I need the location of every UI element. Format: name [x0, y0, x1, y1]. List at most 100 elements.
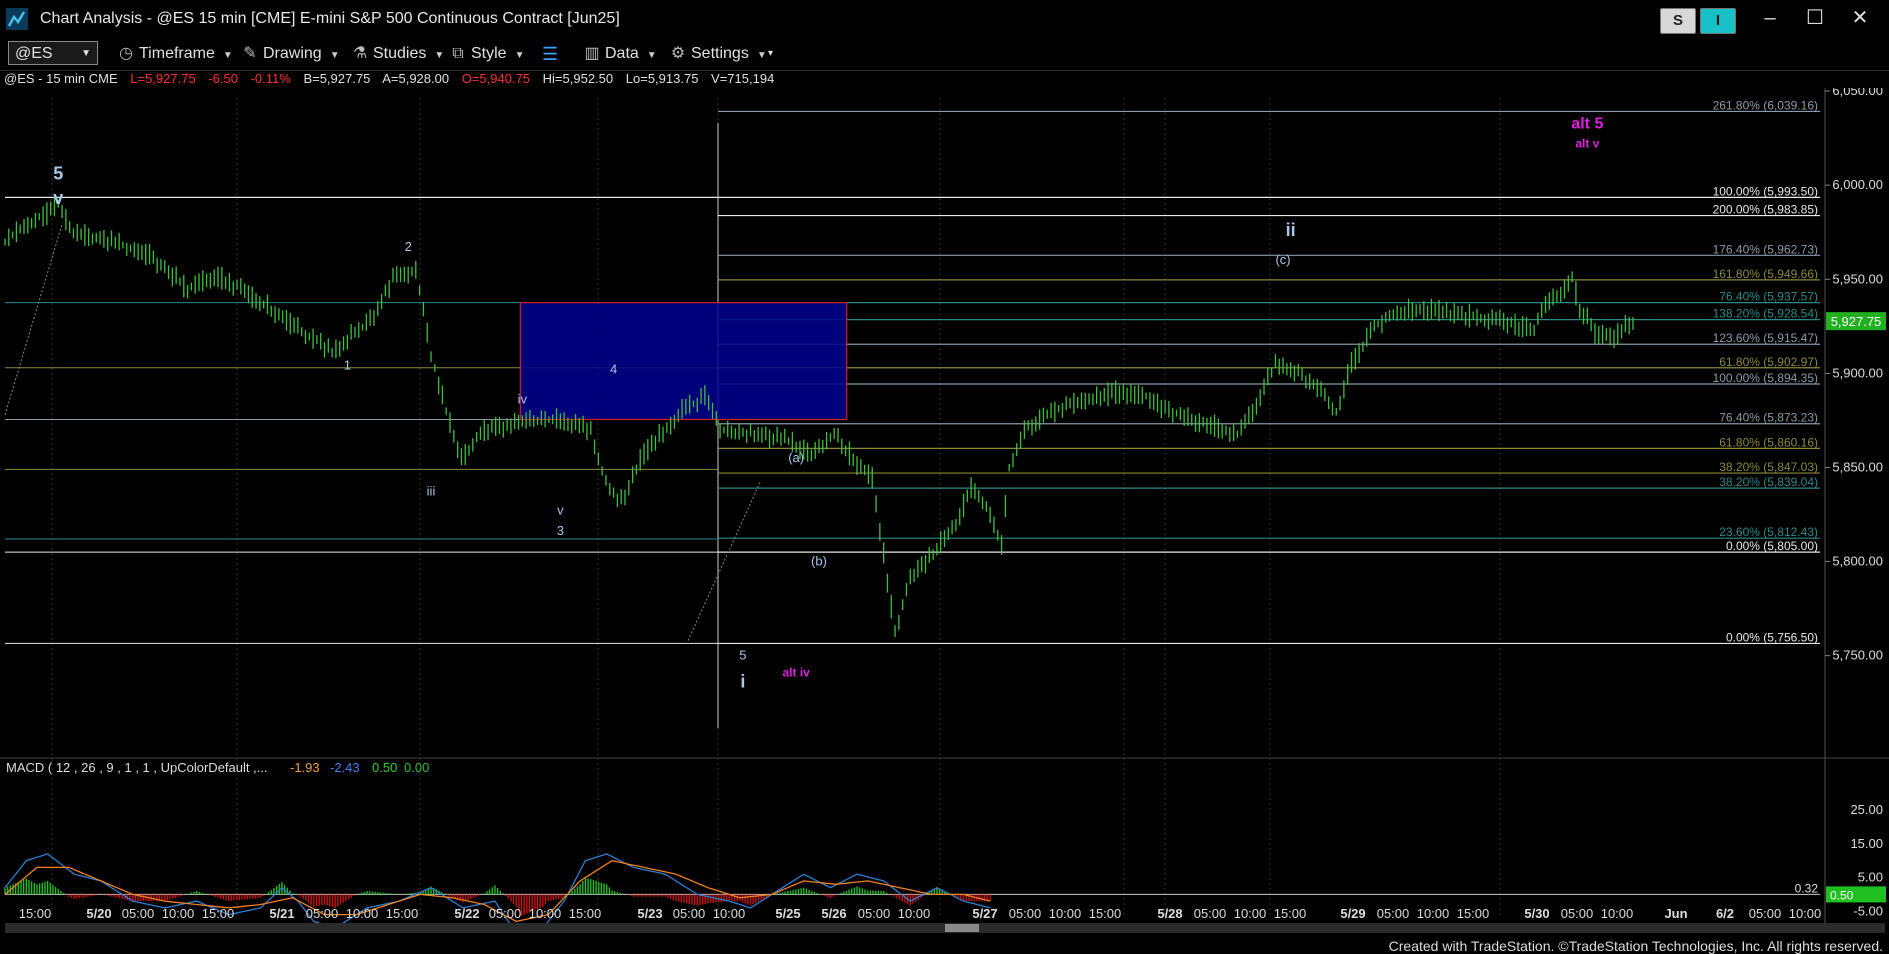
wave-label: 1	[344, 358, 351, 373]
fib-level-label: 200.00% (5,983.85)	[1713, 203, 1818, 217]
alt-wave-label: alt iv	[782, 665, 810, 679]
fib-level-label: 76.40% (5,937.57)	[1719, 290, 1818, 304]
fib-level-label: 176.40% (5,962.73)	[1713, 242, 1818, 256]
close-button[interactable]: ✕	[1840, 4, 1880, 32]
price-tick-label: 5,900.00	[1832, 365, 1883, 380]
time-tick-label: Jun	[1664, 906, 1687, 921]
chevron-down-icon: ▼	[329, 50, 340, 61]
bar-chart-icon: ▥	[584, 45, 600, 62]
macd-label: MACD ( 12 , 26 , 9 , 1 , 1 , UpColorDefa…	[6, 760, 268, 775]
time-tick-label: 5/21	[269, 906, 294, 921]
time-tick-label: 6/2	[1716, 906, 1734, 921]
toolbar: @ES ▼ ◷ Timeframe ▼ ✎ Drawing ▼ ⚗ Studies ▼ ⧉ S…	[0, 38, 1889, 71]
wave-label: ii	[1286, 220, 1296, 240]
macd-value: 0.50	[372, 760, 397, 775]
scrollbar-thumb[interactable]	[945, 924, 979, 932]
info-ask: A=5,928.00	[382, 71, 450, 86]
fib-level-label: 38.20% (5,839.04)	[1719, 475, 1818, 489]
time-tick-label: 15:00	[569, 906, 602, 921]
time-tick-label: 05:00	[1749, 906, 1782, 921]
time-tick-label: 5/20	[86, 906, 111, 921]
macd-current-label: 0.32	[1795, 881, 1819, 895]
time-tick-label: 5/23	[637, 906, 662, 921]
chevron-down-icon: ▼	[434, 50, 445, 61]
info-bid: B=5,927.75	[303, 71, 371, 86]
title-bar: Chart Analysis - @ES 15 min [CME] E-mini…	[0, 0, 1889, 38]
info-symbol: @ES - 15 min CME	[4, 71, 118, 86]
macd-tick-label: 15.00	[1850, 836, 1883, 851]
i-button[interactable]: I	[1700, 8, 1736, 34]
time-tick-label: 10:00	[713, 906, 746, 921]
chart-area[interactable]: 261.80% (6,039.16) 100.00% (5,993.50) 200.…	[0, 88, 1889, 923]
macd-value: 0.00	[404, 760, 429, 775]
wave-label: 3	[557, 523, 564, 538]
time-tick-label: 05:00	[1561, 906, 1594, 921]
macd-value: -1.93	[290, 760, 320, 775]
fib-level-label: 38.20% (5,847.03)	[1719, 460, 1818, 474]
wave-label: (b)	[811, 553, 827, 568]
minimize-button[interactable]: –	[1750, 4, 1790, 32]
price-tick-label: 5,800.00	[1832, 554, 1883, 569]
time-tick-label: 10:00	[898, 906, 931, 921]
symbol-input[interactable]: @ES ▼	[8, 41, 98, 65]
maximize-button[interactable]: ☐	[1795, 4, 1835, 32]
drawing-menu[interactable]: ✎ Drawing ▼	[240, 41, 340, 67]
wave-label: 4	[610, 361, 617, 376]
wave-label: (a)	[788, 450, 804, 465]
data-menu[interactable]: ▥ Data ▼	[582, 41, 656, 67]
macd-value: -2.43	[330, 760, 360, 775]
window-title: Chart Analysis - @ES 15 min [CME] E-mini…	[40, 10, 620, 27]
time-tick-label: 5/28	[1157, 906, 1182, 921]
time-tick-label: 15:00	[386, 906, 419, 921]
style-menu[interactable]: ⧉ Style ▼	[448, 41, 524, 67]
time-tick-label: 10:00	[1601, 906, 1634, 921]
macd-tick-label: 25.00	[1850, 802, 1883, 817]
fib-level-label: 0.00% (5,756.50)	[1726, 630, 1818, 644]
consolidation-rectangle	[519, 302, 848, 421]
wave-label: 2	[405, 239, 412, 254]
time-tick-label: 10:00	[162, 906, 195, 921]
settings-menu[interactable]: ⚙ Settings ▼	[668, 41, 767, 67]
wave-label: v	[53, 188, 63, 208]
price-tick-label: 5,750.00	[1832, 648, 1883, 663]
fib-level-label: 100.00% (5,894.35)	[1713, 371, 1818, 385]
horizontal-scrollbar[interactable]	[5, 923, 1885, 933]
info-high: Hi=5,952.50	[542, 71, 614, 86]
wave-label: v	[557, 503, 564, 518]
trend-dotted-line	[4, 222, 64, 415]
chevron-down-icon: ▼	[81, 48, 91, 59]
macd-panel: MACD ( 12 , 26 , 9 , 1 , 1 , UpColorDefa…	[4, 760, 1886, 923]
info-volume: V=715,194	[711, 71, 775, 86]
drawing-label: Drawing	[263, 45, 322, 62]
toolbar-overflow[interactable]: ▾	[768, 41, 773, 67]
fib-level-label: 100.00% (5,993.50)	[1713, 184, 1818, 198]
time-tick-label: 5/27	[972, 906, 997, 921]
chevron-down-icon: ▼	[222, 50, 233, 61]
macd-tick-label: 5.00	[1858, 870, 1883, 885]
timeframe-menu[interactable]: ◷ Timeframe ▼	[116, 41, 233, 67]
time-axis: 15:00 5/20 05:00 10:00 15:00 5/21 05:00 10:00 15…	[19, 906, 1822, 921]
layout-icon[interactable]: ☰	[542, 41, 558, 67]
time-tick-label: 5/26	[821, 906, 846, 921]
time-tick-label: 10:00	[1234, 906, 1267, 921]
time-tick-label: 15:00	[202, 906, 235, 921]
chevron-down-icon: ▼	[514, 50, 525, 61]
clock-icon: ◷	[119, 45, 133, 62]
chart-grid	[0, 88, 1889, 923]
time-tick-label: 15:00	[1274, 906, 1307, 921]
time-tick-label: 10:00	[1049, 906, 1082, 921]
price-axis: 6,050.00 6,000.00 5,950.00 5,900.00 5,850.00…	[1825, 88, 1886, 663]
fib-level-label: 61.80% (5,902.97)	[1719, 355, 1818, 369]
wave-label: iv	[518, 391, 528, 406]
studies-menu[interactable]: ⚗ Studies ▼	[350, 41, 444, 67]
time-tick-label: 05:00	[1377, 906, 1410, 921]
gear-icon: ⚙	[670, 45, 686, 62]
pencil-icon: ✎	[243, 45, 257, 62]
wave-label: i	[740, 672, 745, 692]
s-button[interactable]: S	[1660, 8, 1696, 34]
time-tick-label: 05:00	[306, 906, 339, 921]
fib-level-label: 76.40% (5,873.23)	[1719, 411, 1818, 425]
time-tick-label: 05:00	[858, 906, 891, 921]
fib-level-label: 23.60% (5,812.43)	[1719, 525, 1818, 539]
fib-level-label: 123.60% (5,915.47)	[1713, 331, 1818, 345]
